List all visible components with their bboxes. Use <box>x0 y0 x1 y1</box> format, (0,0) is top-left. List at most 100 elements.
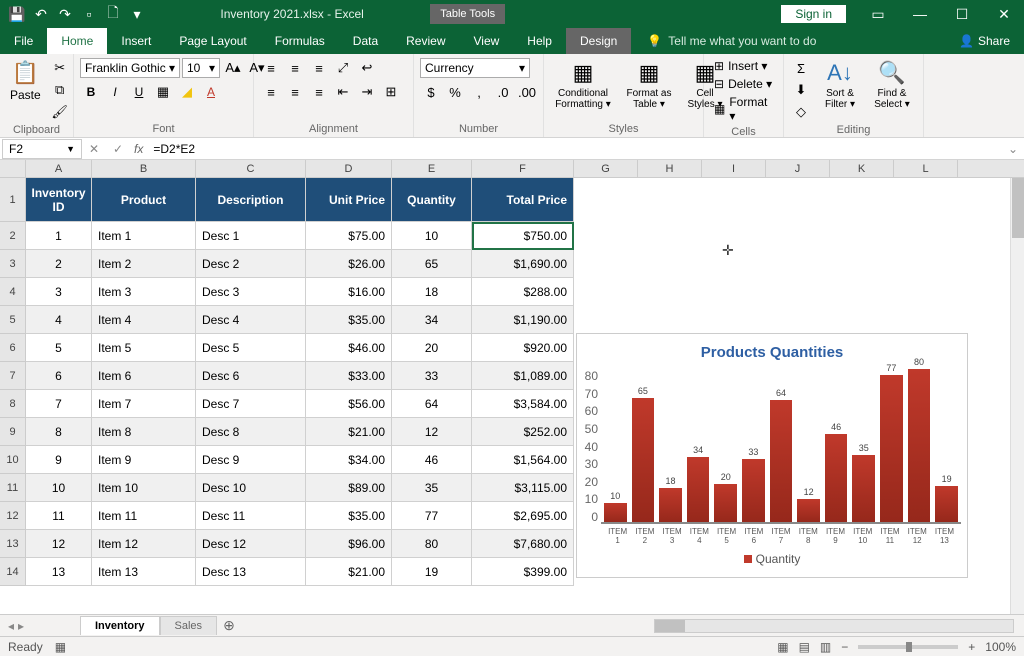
tab-data[interactable]: Data <box>339 28 392 54</box>
save-icon[interactable]: 💾 <box>6 3 28 25</box>
cell[interactable]: Desc 3 <box>196 278 306 306</box>
cell[interactable]: Item 1 <box>92 222 196 250</box>
chart-bar[interactable]: 33 <box>742 459 765 522</box>
cell[interactable]: $288.00 <box>472 278 574 306</box>
column-header[interactable]: B <box>92 160 196 177</box>
row-header[interactable]: 14 <box>0 558 26 586</box>
cell[interactable]: $1,690.00 <box>472 250 574 278</box>
cell[interactable]: 65 <box>392 250 472 278</box>
conditional-formatting-button[interactable]: ▦Conditional Formatting ▾ <box>550 58 616 112</box>
tab-file[interactable]: File <box>0 28 47 54</box>
view-page-layout-icon[interactable]: ▤ <box>799 640 810 654</box>
cell[interactable]: $399.00 <box>472 558 574 586</box>
insert-cells-button[interactable]: ⊞Insert ▾ <box>710 58 777 74</box>
row-header[interactable]: 8 <box>0 390 26 418</box>
cell[interactable]: $75.00 <box>306 222 392 250</box>
bold-button[interactable]: B <box>80 82 102 102</box>
sheet-tab-sales[interactable]: Sales <box>160 616 218 635</box>
macro-record-icon[interactable]: ▦ <box>55 640 66 654</box>
zoom-level[interactable]: 100% <box>985 640 1016 654</box>
cell[interactable]: 1 <box>26 222 92 250</box>
currency-icon[interactable]: $ <box>420 82 442 102</box>
cell[interactable]: 18 <box>392 278 472 306</box>
cell[interactable]: Desc 2 <box>196 250 306 278</box>
cell[interactable]: 6 <box>26 362 92 390</box>
sign-in-button[interactable]: Sign in <box>781 5 846 23</box>
cell[interactable]: Desc 13 <box>196 558 306 586</box>
tab-help[interactable]: Help <box>513 28 566 54</box>
new-sheet-button[interactable]: ⊕ <box>217 617 241 634</box>
merge-icon[interactable]: ⊞ <box>380 82 402 102</box>
row-header[interactable]: 4 <box>0 278 26 306</box>
align-bottom-icon[interactable]: ≡ <box>308 58 330 78</box>
cell[interactable]: Desc 6 <box>196 362 306 390</box>
fill-icon[interactable]: ⬇ <box>790 80 812 100</box>
table-header-cell[interactable]: Description <box>196 178 306 222</box>
cell[interactable]: Desc 4 <box>196 306 306 334</box>
cell[interactable]: 13 <box>26 558 92 586</box>
cell[interactable]: Item 10 <box>92 474 196 502</box>
row-header[interactable]: 11 <box>0 474 26 502</box>
cell[interactable]: $16.00 <box>306 278 392 306</box>
column-header[interactable]: G <box>574 160 638 177</box>
cell[interactable]: $21.00 <box>306 418 392 446</box>
maximize-icon[interactable]: ☐ <box>942 0 982 28</box>
table-header-cell[interactable]: Total Price <box>472 178 574 222</box>
cell[interactable]: 8 <box>26 418 92 446</box>
tab-page-layout[interactable]: Page Layout <box>165 28 260 54</box>
cell[interactable]: 33 <box>392 362 472 390</box>
paste-button[interactable]: 📋Paste <box>6 58 45 104</box>
chart-bar[interactable]: 34 <box>687 457 710 522</box>
cell[interactable]: $920.00 <box>472 334 574 362</box>
cell[interactable]: Desc 7 <box>196 390 306 418</box>
cell[interactable]: 2 <box>26 250 92 278</box>
increase-font-icon[interactable]: A▴ <box>222 58 244 78</box>
cell[interactable]: Desc 9 <box>196 446 306 474</box>
cell[interactable]: 7 <box>26 390 92 418</box>
cell[interactable]: 9 <box>26 446 92 474</box>
name-box[interactable]: F2▼ <box>2 139 82 159</box>
cell[interactable]: $2,695.00 <box>472 502 574 530</box>
cell[interactable]: Item 4 <box>92 306 196 334</box>
chart-bar[interactable]: 77 <box>880 375 903 522</box>
row-header[interactable]: 13 <box>0 530 26 558</box>
column-header[interactable]: C <box>196 160 306 177</box>
align-top-icon[interactable]: ≡ <box>260 58 282 78</box>
column-header[interactable]: A <box>26 160 92 177</box>
align-right-icon[interactable]: ≡ <box>308 82 330 102</box>
chart-bar[interactable]: 65 <box>632 398 655 522</box>
qat-icon[interactable]: ▫ <box>78 3 100 25</box>
delete-cells-button[interactable]: ⊟Delete ▾ <box>710 76 777 92</box>
zoom-out-icon[interactable]: − <box>841 640 848 654</box>
cell[interactable]: 34 <box>392 306 472 334</box>
qat-dropdown-icon[interactable]: ▾ <box>126 3 148 25</box>
chart-bar[interactable]: 20 <box>714 484 737 522</box>
chart[interactable]: Products Quantities 80706050403020100 10… <box>576 333 968 578</box>
cell[interactable]: 3 <box>26 278 92 306</box>
cell[interactable]: 10 <box>26 474 92 502</box>
cell[interactable]: $750.00 <box>472 222 574 250</box>
sheet-tab-inventory[interactable]: Inventory <box>80 616 160 635</box>
sort-filter-button[interactable]: A↓Sort & Filter ▾ <box>816 58 864 112</box>
cancel-formula-icon[interactable]: ✕ <box>82 142 106 156</box>
cell[interactable]: $35.00 <box>306 306 392 334</box>
slider-thumb[interactable] <box>906 642 912 652</box>
cell[interactable]: $33.00 <box>306 362 392 390</box>
cell[interactable]: Item 8 <box>92 418 196 446</box>
decrease-decimal-icon[interactable]: .00 <box>516 82 538 102</box>
cell[interactable]: $3,584.00 <box>472 390 574 418</box>
cell[interactable]: Desc 8 <box>196 418 306 446</box>
chart-bar[interactable]: 19 <box>935 486 958 522</box>
zoom-slider[interactable] <box>858 645 958 649</box>
enter-formula-icon[interactable]: ✓ <box>106 142 130 156</box>
underline-button[interactable]: U <box>128 82 150 102</box>
cell[interactable]: 80 <box>392 530 472 558</box>
ribbon-display-icon[interactable]: ▭ <box>858 0 898 28</box>
cell[interactable]: Item 2 <box>92 250 196 278</box>
sheet-nav-next-icon[interactable]: ▸ <box>18 619 24 633</box>
cell[interactable]: $46.00 <box>306 334 392 362</box>
cell[interactable]: 11 <box>26 502 92 530</box>
tab-home[interactable]: Home <box>47 28 107 54</box>
comma-icon[interactable]: , <box>468 82 490 102</box>
cell[interactable]: Item 13 <box>92 558 196 586</box>
